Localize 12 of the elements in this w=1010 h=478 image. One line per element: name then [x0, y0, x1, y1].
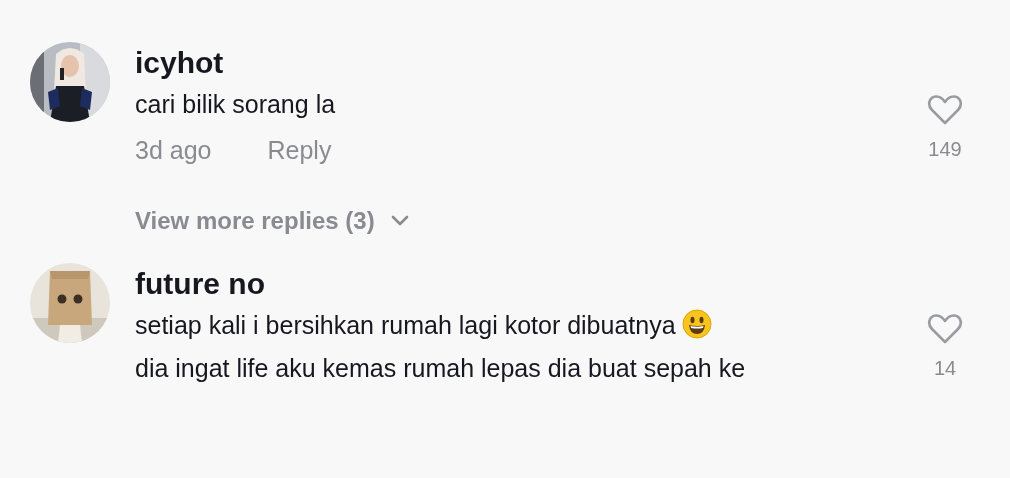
chevron-down-icon[interactable]: [390, 215, 409, 227]
username[interactable]: future no: [135, 264, 875, 304]
username[interactable]: icyhot: [135, 43, 875, 83]
heart-icon[interactable]: [927, 94, 963, 126]
timestamp: 3d ago: [135, 136, 212, 164]
heart-icon[interactable]: [927, 313, 963, 345]
like-count: 149: [928, 138, 962, 161]
comment-text: cari bilik sorang la: [135, 90, 336, 118]
like-count: 14: [933, 357, 957, 380]
smiley-icon: [681, 309, 712, 339]
comment-text: dia ingat life aku kemas rumah lepas dia buat sepah ke: [135, 354, 746, 382]
comment-text: setiap kali i bersihkan rumah lagi kotor dibuatnya: [135, 311, 676, 339]
